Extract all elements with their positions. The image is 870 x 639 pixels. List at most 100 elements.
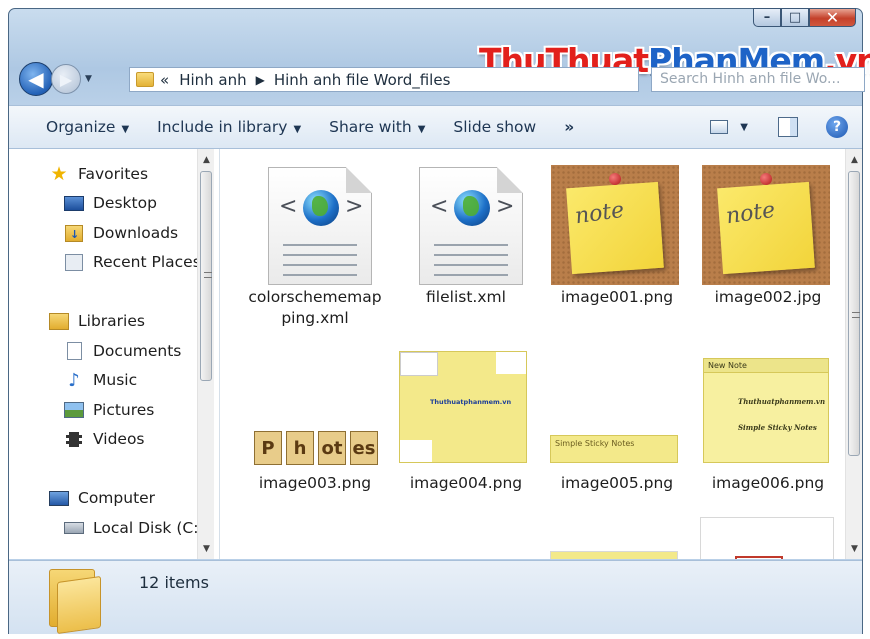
sidebar-item-documents[interactable]: Documents <box>64 342 181 360</box>
sidebar-item-label: Documents <box>93 342 182 360</box>
breadcrumb-current-folder[interactable]: Hinh anh file Word_files <box>274 71 451 89</box>
file-name-line1: colorschememap <box>248 288 382 306</box>
sidebar-item-favorites[interactable]: ★ Favorites <box>49 163 149 185</box>
scroll-down-icon[interactable]: ▼ <box>198 540 215 557</box>
music-icon: ♪ <box>68 369 80 391</box>
recent-places-icon <box>64 253 84 271</box>
documents-icon <box>64 342 84 360</box>
file-name: filelist.xml <box>426 288 506 306</box>
include-in-library-button[interactable]: Include in library ▼ <box>157 118 301 136</box>
image-thumbnail: note <box>542 157 692 285</box>
sidebar-item-downloads[interactable]: ↓ Downloads <box>64 224 178 242</box>
local-disk-icon <box>64 519 84 537</box>
pin-icon <box>609 173 621 185</box>
sidebar-item-computer[interactable]: Computer <box>49 489 155 507</box>
share-with-label: Share with <box>329 118 412 136</box>
scrollbar-thumb[interactable] <box>848 171 860 456</box>
folder-icon <box>49 569 105 635</box>
sidebar-item-pictures[interactable]: Pictures <box>64 401 154 419</box>
videos-icon <box>64 430 84 448</box>
nav-pane-scrollbar[interactable]: ▲ ▼ <box>197 149 214 559</box>
file-item[interactable]: Simple Sticky Notes image005.png <box>542 343 692 494</box>
thumbnail-frame <box>735 556 783 559</box>
scroll-up-icon[interactable]: ▲ <box>846 151 862 168</box>
desktop-icon <box>64 194 84 212</box>
back-button[interactable]: ◀ <box>19 62 53 96</box>
file-name: image001.png <box>560 288 674 306</box>
chevron-down-icon: ▼ <box>293 124 302 135</box>
sidebar-item-label: Pictures <box>93 401 155 419</box>
minimize-button[interactable]: – <box>753 8 781 27</box>
star-icon: ★ <box>50 163 68 185</box>
preview-pane-icon[interactable] <box>778 117 798 137</box>
sidebar-item-label: Libraries <box>78 312 145 330</box>
command-bar: Organize ▼ Include in library ▼ Share with… <box>9 105 862 149</box>
chevron-down-icon: ▼ <box>121 124 130 135</box>
image-thumbnail: Thuthuatphanmem.vn <box>391 343 541 471</box>
body-area: ★ Favorites Desktop ↓ Downloads Recent P… <box>9 149 862 559</box>
grip-icon <box>852 312 860 318</box>
change-view-icon[interactable] <box>710 120 729 134</box>
file-item[interactable]: P h ot es image003.png <box>240 343 390 494</box>
share-with-button[interactable]: Share with ▼ <box>329 118 425 136</box>
image-thumbnail: Simple Sticky Notes <box>542 343 692 471</box>
grip-icon <box>204 272 212 278</box>
sidebar-item-label: Downloads <box>93 224 179 242</box>
breadcrumb-separator[interactable]: ▶ <box>256 73 265 87</box>
xml-file-icon: < > <box>240 157 390 285</box>
toolbar-right: ▼ ? <box>710 116 848 138</box>
breadcrumb-hinh-anh[interactable]: Hinh anh <box>179 71 246 89</box>
file-name: image004.png <box>409 474 523 492</box>
view-options-dropdown[interactable]: ▼ <box>740 122 748 133</box>
sidebar-item-recent-places[interactable]: Recent Places <box>64 253 201 271</box>
sidebar-item-label: Local Disk (C:) <box>93 519 205 537</box>
file-item-partial[interactable] <box>550 551 678 559</box>
file-list: < > colorschememap ping.xml < > filelist.xm… <box>220 149 862 559</box>
scroll-up-icon[interactable]: ▲ <box>198 151 215 168</box>
pictures-icon <box>64 401 84 419</box>
scroll-down-icon[interactable]: ▼ <box>846 540 862 557</box>
xml-file-icon: < > <box>391 157 541 285</box>
sidebar-item-desktop[interactable]: Desktop <box>64 194 157 212</box>
file-item[interactable]: < > colorschememap ping.xml <box>240 157 390 329</box>
maximize-button[interactable]: □ <box>781 8 809 27</box>
recent-pages-dropdown[interactable]: ▼ <box>85 74 92 84</box>
help-icon[interactable]: ? <box>826 116 848 138</box>
sidebar-item-label: Computer <box>78 489 156 507</box>
include-in-library-label: Include in library <box>157 118 288 136</box>
file-name-line2: ping.xml <box>281 309 349 327</box>
sidebar-item-videos[interactable]: Videos <box>64 430 145 448</box>
more-commands-button[interactable]: » <box>564 118 574 136</box>
navigation-pane: ★ Favorites Desktop ↓ Downloads Recent P… <box>9 149 220 559</box>
file-item-partial[interactable] <box>700 517 834 559</box>
file-item[interactable]: Thuthuatphanmem.vn image004.png <box>391 343 541 494</box>
close-button[interactable]: ✕ <box>809 8 856 27</box>
thumbnail-text: Thuthuatphanmem.vn <box>430 398 512 406</box>
computer-icon <box>49 489 69 507</box>
sidebar-item-libraries[interactable]: Libraries <box>49 312 145 330</box>
thumbnail-text: Simple Sticky Notes <box>738 423 817 432</box>
file-name: colorschememap ping.xml <box>240 287 390 329</box>
chevron-down-icon: ▼ <box>417 124 426 135</box>
scrollbar-thumb[interactable] <box>200 171 212 381</box>
forward-button[interactable]: ▶ <box>51 64 81 94</box>
file-item[interactable]: note image002.jpg <box>693 157 843 308</box>
file-item[interactable]: < > filelist.xml <box>391 157 541 308</box>
sidebar-item-local-disk[interactable]: Local Disk (C:) <box>64 519 204 537</box>
sidebar-item-music[interactable]: ♪ Music <box>64 369 137 391</box>
content-scrollbar[interactable]: ▲ ▼ <box>845 149 862 559</box>
slide-show-button[interactable]: Slide show <box>453 118 536 136</box>
thumbnail-letter: ot <box>318 431 346 465</box>
thumbnail-letter: P <box>254 431 282 465</box>
pin-icon <box>760 173 772 185</box>
folder-icon <box>136 72 154 87</box>
organize-button[interactable]: Organize ▼ <box>46 118 129 136</box>
address-bar[interactable]: « Hinh anh ▶ Hinh anh file Word_files ↻ <box>129 67 661 92</box>
file-item[interactable]: note image001.png <box>542 157 692 308</box>
thumbnail-text: Thuthuatphanmem.vn <box>738 397 826 406</box>
file-name: image005.png <box>560 474 674 492</box>
search-input[interactable]: Search Hinh anh file Wo... <box>651 67 865 92</box>
sidebar-item-label: Favorites <box>78 165 149 183</box>
breadcrumb-overflow[interactable]: « <box>160 71 169 89</box>
file-item[interactable]: New Note Thuthuatphanmem.vn Simple Stick… <box>693 343 843 494</box>
